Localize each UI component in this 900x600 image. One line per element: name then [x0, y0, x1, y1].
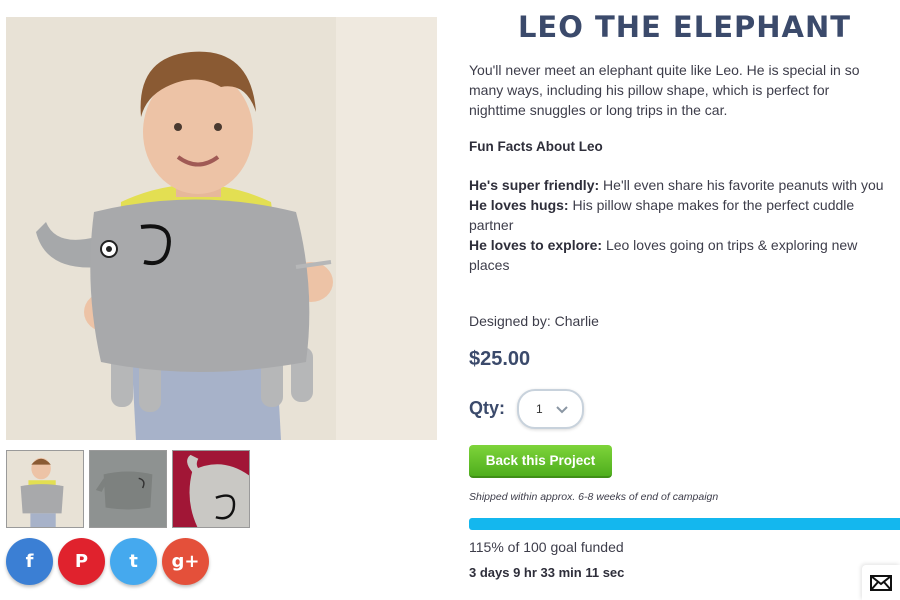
pinterest-icon: P	[74, 551, 89, 572]
funded-status: 115% of 100 goal funded	[469, 539, 624, 555]
fact-item: He loves to explore: Leo loves going on …	[469, 237, 858, 273]
mail-icon	[870, 574, 892, 591]
google-plus-icon: g+	[171, 551, 200, 572]
funding-progress-fill	[469, 518, 900, 530]
thumbnail-strip	[6, 450, 250, 528]
product-description: You'll never meet an elephant quite like…	[469, 62, 860, 118]
thumbnail-2[interactable]	[89, 450, 167, 528]
countdown-timer: 3 days 9 hr 33 min 11 sec	[469, 565, 625, 580]
quantity-select[interactable]: 1	[517, 389, 584, 429]
facebook-icon: f	[25, 551, 34, 572]
facebook-share-button[interactable]: f	[6, 538, 53, 585]
qty-label: Qty:	[469, 398, 505, 418]
fun-facts-list: He's super friendly: He'll even share hi…	[469, 175, 899, 275]
product-title: LEO THE ELEPHANT	[517, 10, 852, 44]
designer-credit: Designed by: Charlie	[469, 313, 599, 329]
thumbnail-1[interactable]	[6, 450, 84, 528]
google-plus-share-button[interactable]: g+	[162, 538, 209, 585]
fact-item: He loves hugs: His pillow shape makes fo…	[469, 197, 855, 233]
twitter-share-button[interactable]: t	[110, 538, 157, 585]
chevron-down-icon	[556, 406, 568, 414]
fact-item: He's super friendly: He'll even share hi…	[469, 177, 884, 193]
fun-facts-heading: Fun Facts About Leo	[469, 139, 603, 154]
quantity-value: 1	[536, 402, 543, 416]
thumbnail-3[interactable]	[172, 450, 250, 528]
back-project-button[interactable]: Back this Project	[469, 445, 612, 478]
product-main-photo	[6, 17, 437, 440]
social-share: f P t g+	[6, 538, 209, 585]
funding-progress-bar	[469, 518, 900, 530]
pinterest-share-button[interactable]: P	[58, 538, 105, 585]
twitter-icon: t	[129, 551, 138, 572]
product-price: $25.00	[469, 348, 531, 370]
mail-button[interactable]	[862, 565, 900, 600]
shipping-note: Shipped within approx. 6-8 weeks of end …	[469, 491, 719, 503]
